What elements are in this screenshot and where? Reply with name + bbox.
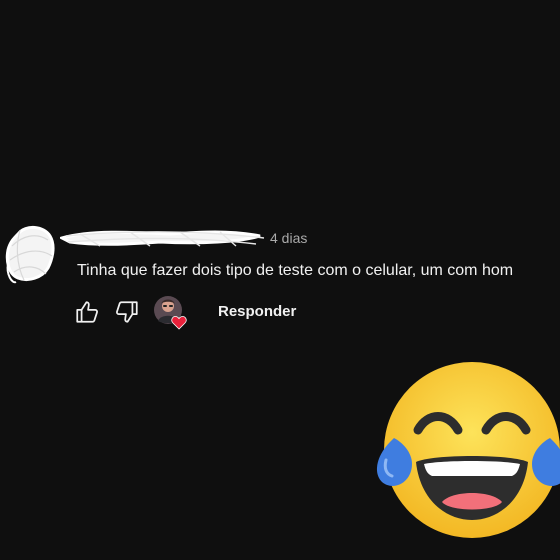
comment-body: Tinha que fazer dois tipo de teste com o… — [77, 262, 514, 279]
redacted-channel-name[interactable] — [57, 222, 270, 250]
creator-heart-icon — [154, 296, 187, 330]
commenter-avatar[interactable] — [4, 220, 62, 286]
comment-thread: 4 dias Tinha que fazer dois tipo de test… — [0, 218, 560, 338]
thumb-down-icon — [116, 301, 138, 323]
comment-timestamp[interactable]: 4 dias — [270, 229, 307, 247]
face-with-tears-of-joy-emoji — [376, 362, 560, 538]
reply-button[interactable]: Responder — [218, 303, 296, 321]
dislike-button[interactable] — [113, 298, 141, 326]
like-button[interactable] — [73, 298, 101, 326]
screen: 4 dias Tinha que fazer dois tipo de test… — [0, 0, 560, 560]
creator-heart-badge[interactable] — [153, 295, 189, 331]
thumb-up-icon — [76, 301, 98, 323]
